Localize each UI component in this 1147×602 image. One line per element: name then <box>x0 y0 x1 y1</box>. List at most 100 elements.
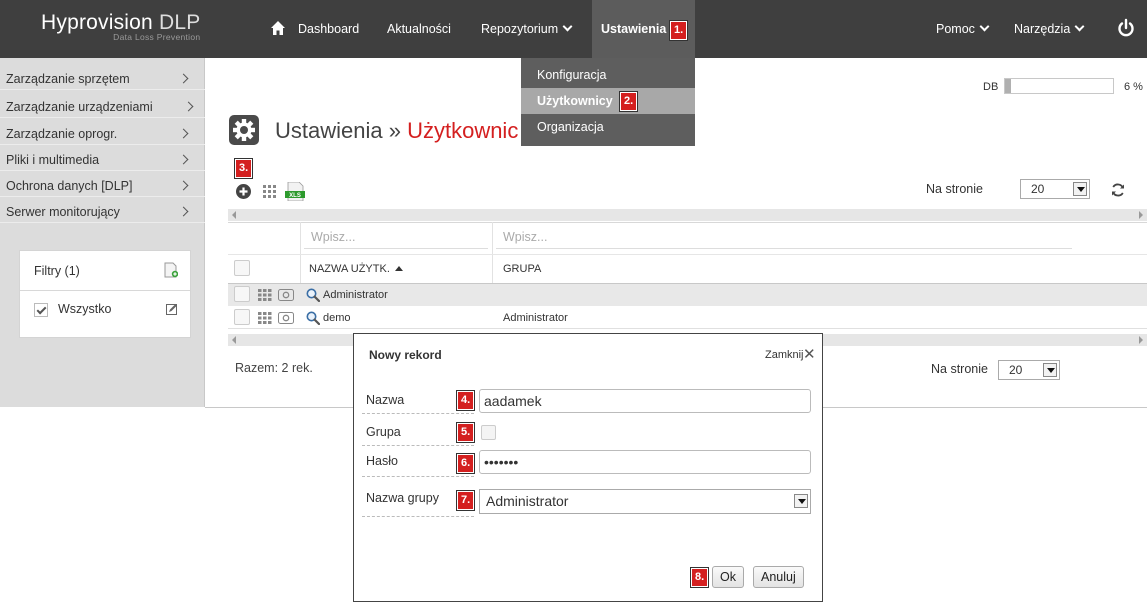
table-row[interactable]: Administrator <box>228 284 1147 306</box>
scroll-left-icon[interactable] <box>232 211 236 219</box>
nav-aktualnosci-label: Aktualności <box>387 22 451 36</box>
columns-grid-icon[interactable] <box>263 185 276 198</box>
marker-1: 1. <box>670 21 688 40</box>
grid-toolbar: XLS <box>228 174 1147 208</box>
sidebar-item-label: Zarządzanie sprzętem <box>6 72 130 86</box>
page-title-prefix: Ustawienia » <box>275 118 408 143</box>
nav-ustawienia-label: Ustawienia <box>601 22 667 36</box>
nav-pomoc[interactable]: Pomoc <box>936 0 990 58</box>
dropdown-item-label: Użytkownicy <box>537 94 613 108</box>
table-row[interactable]: demo Administrator <box>228 307 1147 329</box>
scroll-right-icon[interactable] <box>1139 211 1143 219</box>
sidebar: Zarządzanie sprzętem Zarządzanie urządze… <box>0 58 205 407</box>
column-header-name[interactable]: NAZWA UŻYTK. <box>309 263 403 275</box>
chevron-right-icon <box>178 73 189 84</box>
field-label-name: Nazwa <box>366 393 405 407</box>
filter-name-input[interactable]: Wpisz... <box>304 225 488 249</box>
nav-repozytorium[interactable]: Repozytorium <box>481 0 573 58</box>
dropdown-item-label: Konfiguracja <box>537 68 607 82</box>
chevron-right-icon <box>183 101 194 112</box>
per-page-value: 20 <box>1009 363 1023 377</box>
filters-title: Filtry (1) <box>34 264 80 278</box>
marker-5: 5. <box>457 423 475 442</box>
cancel-button[interactable]: Anuluj <box>753 566 804 588</box>
sidebar-item-pliki[interactable]: Pliki i multimedia <box>0 149 205 171</box>
chevron-down-icon <box>562 21 573 32</box>
nav-aktualnosci[interactable]: Aktualności <box>387 0 451 58</box>
sidebar-item-label: Ochrona danych [DLP] <box>6 179 133 193</box>
name-input-value: aadamek <box>484 393 542 409</box>
field-divider <box>362 476 474 477</box>
nav-dashboard[interactable]: Dashboard <box>298 0 359 58</box>
name-input[interactable]: aadamek <box>479 389 811 413</box>
nav-narzedzia[interactable]: Narzędzia <box>1014 0 1085 58</box>
per-page-value: 20 <box>1031 182 1045 196</box>
table-divider <box>300 222 301 284</box>
sidebar-item-label: Zarządzanie oprogr. <box>6 127 118 141</box>
password-input-value: ••••••• <box>484 454 519 470</box>
dropdown-item-label: Organizacja <box>537 120 604 134</box>
sidebar-item-oprogramowanie[interactable]: Zarządzanie oprogr. <box>0 123 205 145</box>
password-input[interactable]: ••••••• <box>479 450 811 474</box>
search-icon[interactable] <box>306 311 320 325</box>
sidebar-item-dlp[interactable]: Ochrona danych [DLP] <box>0 175 205 197</box>
power-icon[interactable] <box>1116 18 1136 38</box>
view-icon[interactable] <box>278 312 294 324</box>
filter-group-input[interactable]: Wpisz... <box>496 225 1072 249</box>
row-checkbox[interactable] <box>234 309 250 325</box>
per-page-select-bottom[interactable]: 20 <box>998 360 1060 380</box>
dropdown-item-uzytkownicy[interactable]: Użytkownicy 2. <box>521 88 695 114</box>
column-header-group[interactable]: GRUPA <box>503 263 541 275</box>
dropdown-item-organizacja[interactable]: Organizacja <box>521 114 695 140</box>
close-icon[interactable]: ✕ <box>803 345 816 363</box>
field-label-group-name: Nazwa grupy <box>366 491 439 505</box>
grid-scrollbar-top[interactable] <box>228 209 1147 221</box>
nav-pomoc-label: Pomoc <box>936 22 975 36</box>
chevron-right-icon <box>178 154 189 165</box>
group-name-select[interactable]: Administrator <box>479 489 811 514</box>
nav-narzedzia-label: Narzędzia <box>1014 22 1071 36</box>
group-checkbox[interactable] <box>481 425 496 440</box>
scroll-left-icon[interactable] <box>232 336 236 344</box>
sort-asc-icon <box>394 266 403 271</box>
chevron-right-icon <box>178 128 189 139</box>
scroll-right-icon[interactable] <box>1139 336 1143 344</box>
select-all-checkbox[interactable] <box>234 260 250 276</box>
chevron-down-icon <box>794 494 808 508</box>
sidebar-item-urzadzenia[interactable]: Zarządzanie urządzeniami <box>0 96 205 118</box>
edit-icon[interactable] <box>166 303 178 315</box>
chevron-right-icon <box>178 180 189 191</box>
sidebar-item-label: Serwer monitorujący <box>6 205 120 219</box>
filters-header: Filtry (1) <box>20 251 190 291</box>
view-icon[interactable] <box>278 289 294 301</box>
row-details-icon[interactable] <box>258 312 272 324</box>
filter-group-placeholder: Wpisz... <box>503 230 548 244</box>
add-icon[interactable] <box>236 184 251 199</box>
sidebar-item-sprzet[interactable]: Zarządzanie sprzętem <box>0 68 205 90</box>
filters-panel: Filtry (1) Wszystko <box>19 250 191 338</box>
refresh-icon[interactable] <box>1110 182 1126 198</box>
new-filter-icon[interactable] <box>164 262 178 278</box>
settings-dropdown: Konfiguracja Użytkownicy 2. Organizacja <box>521 58 695 146</box>
search-icon[interactable] <box>306 288 320 302</box>
filter-item-wszystko[interactable]: Wszystko <box>20 299 190 319</box>
nav-ustawienia[interactable]: Ustawienia 1. <box>592 0 695 58</box>
nav-dashboard-label: Dashboard <box>298 22 360 36</box>
dialog-close-button[interactable]: Zamknij <box>765 349 804 361</box>
row-details-icon[interactable] <box>258 289 272 301</box>
home-icon[interactable] <box>270 20 286 36</box>
ok-button[interactable]: Ok <box>712 566 744 588</box>
nav-repozytorium-label: Repozytorium <box>481 22 559 36</box>
db-usage-fill <box>1005 79 1012 93</box>
table-divider <box>228 222 1147 223</box>
sidebar-item-serwer[interactable]: Serwer monitorujący <box>0 201 205 223</box>
dropdown-item-konfiguracja[interactable]: Konfiguracja <box>521 62 695 88</box>
check-icon[interactable] <box>34 302 48 317</box>
per-page-select[interactable]: 20 <box>1020 179 1090 199</box>
ok-button-label: Ok <box>720 570 736 584</box>
row-checkbox[interactable] <box>234 286 250 302</box>
marker-6: 6. <box>457 454 475 473</box>
chevron-down-icon <box>979 21 990 32</box>
xls-export-icon[interactable]: XLS <box>285 182 305 201</box>
brand-logo[interactable]: Hyprovision DLP Data Loss Prevention <box>41 12 200 43</box>
